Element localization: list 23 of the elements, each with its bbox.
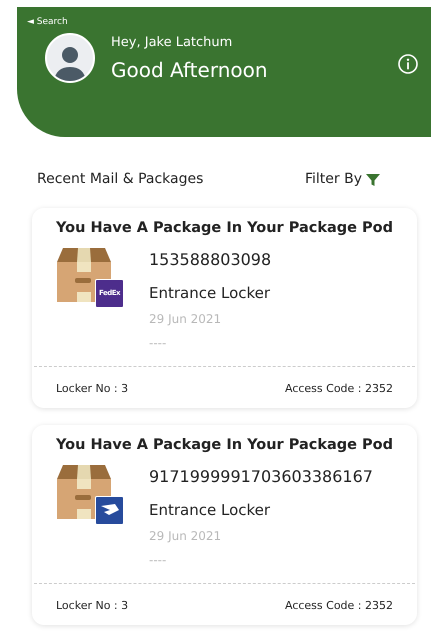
note-text: ---- <box>149 552 168 569</box>
info-icon[interactable] <box>397 53 419 75</box>
avatar-icon <box>45 33 95 83</box>
eagle-logo-icon <box>95 496 124 524</box>
access-code: Access Code : 2352 <box>284 381 393 398</box>
locker-number: Locker No : 3 <box>56 598 128 614</box>
locker-number: Locker No : 3 <box>56 381 128 398</box>
section-title: Recent Mail & Packages <box>37 170 204 189</box>
delivery-date: 29 Jun 2021 <box>149 311 222 328</box>
delivery-date: 29 Jun 2021 <box>149 528 222 545</box>
filter-icon[interactable] <box>366 172 380 186</box>
greeting-text: Hey, Jake Latchum <box>111 34 234 52</box>
back-link[interactable]: ◄ Search <box>17 15 68 28</box>
access-code: Access Code : 2352 <box>284 598 393 614</box>
locker-location: Entrance Locker <box>149 282 272 304</box>
tracking-number: 153588803098 <box>149 248 272 271</box>
tracking-number: 9171999991703603386167 <box>149 466 373 488</box>
locker-location: Entrance Locker <box>149 500 272 520</box>
filter-button[interactable]: Filter By <box>304 169 362 190</box>
salutation-text: Good Afternoon <box>111 56 269 84</box>
card-title: You Have A Package In Your Package Pod <box>54 219 394 238</box>
note-text: ---- <box>149 335 168 352</box>
card-title: You Have A Package In Your Package Pod <box>54 436 394 455</box>
